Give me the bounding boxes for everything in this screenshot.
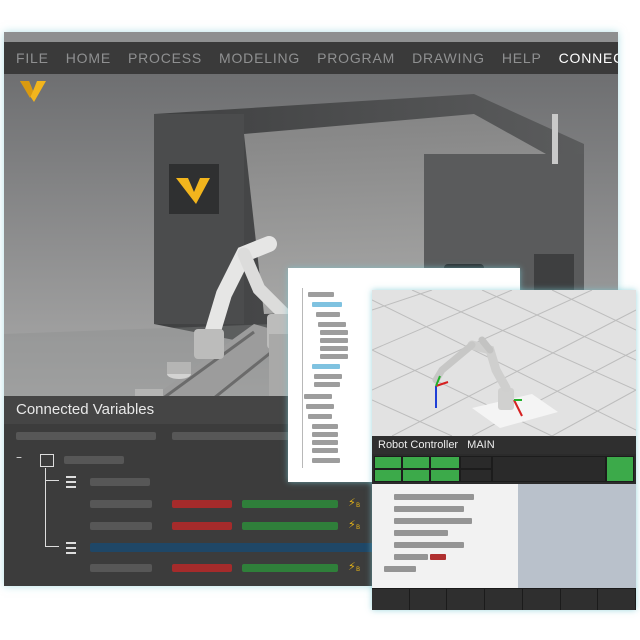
code-line-placeholder[interactable]	[394, 518, 472, 524]
bolt-subscript: B	[356, 566, 361, 573]
status-cell-on	[430, 469, 460, 482]
bolt-icon: ⚡	[348, 560, 356, 573]
tree-node-placeholder[interactable]	[314, 382, 340, 387]
menu-modeling[interactable]: MODELING	[219, 50, 300, 66]
function-key[interactable]	[447, 588, 486, 610]
status-cell-on	[374, 469, 402, 482]
menu-bar: FILE HOME PROCESS MODELING PROGRAM DRAWI…	[4, 42, 618, 74]
robot-grid-scene	[372, 290, 636, 437]
tree-node-selected[interactable]	[312, 364, 340, 369]
bolt-subscript: B	[356, 502, 361, 509]
menu-help[interactable]: HELP	[502, 50, 542, 66]
function-key[interactable]	[522, 588, 561, 610]
tree-node-placeholder[interactable]	[312, 432, 338, 437]
tree-connector	[45, 546, 59, 547]
tree-node-placeholder[interactable]	[308, 292, 334, 297]
menu-drawing[interactable]: DRAWING	[412, 50, 485, 66]
code-line-placeholder[interactable]	[384, 566, 416, 572]
status-cell-off	[460, 469, 492, 482]
variable-name-placeholder	[90, 522, 152, 530]
tree-connector	[302, 288, 303, 468]
tree-node-placeholder[interactable]	[320, 330, 348, 335]
code-line-placeholder[interactable]	[394, 494, 474, 500]
group-label-placeholder	[90, 478, 150, 486]
status-cell-on	[402, 469, 430, 482]
function-key[interactable]	[485, 588, 523, 610]
tree-node-placeholder[interactable]	[304, 394, 332, 399]
tree-node-placeholder[interactable]	[314, 374, 342, 379]
variable-value-green[interactable]	[242, 522, 338, 530]
menu-program[interactable]: PROGRAM	[317, 50, 395, 66]
function-key[interactable]	[372, 588, 410, 610]
menu-process[interactable]: PROCESS	[128, 50, 202, 66]
robot-controller-window: Robot Controller MAIN	[372, 290, 636, 610]
variable-name-placeholder	[90, 500, 152, 508]
controller-side-panel	[518, 484, 636, 588]
bolt-subscript: B	[356, 524, 361, 531]
tree-root-label-placeholder	[64, 456, 124, 464]
status-cell-on	[374, 456, 402, 469]
menu-home[interactable]: HOME	[66, 50, 111, 66]
code-line-placeholder[interactable]	[394, 542, 464, 548]
menu-file[interactable]: FILE	[16, 50, 49, 66]
robot-program-name: MAIN	[467, 439, 495, 451]
status-cell-on	[402, 456, 430, 469]
function-key[interactable]	[560, 588, 599, 610]
robot-3d-view[interactable]	[372, 290, 636, 437]
function-key[interactable]	[409, 588, 448, 610]
status-display	[492, 456, 606, 482]
list-icon	[66, 476, 76, 488]
tree-node-placeholder[interactable]	[306, 404, 334, 409]
function-key[interactable]	[598, 588, 636, 610]
code-line-placeholder[interactable]	[394, 530, 448, 536]
status-grid	[372, 454, 636, 484]
variable-status-red[interactable]	[172, 564, 232, 572]
bolt-icon: ⚡	[348, 518, 356, 531]
selected-row-highlight[interactable]	[90, 543, 376, 552]
code-line-placeholder[interactable]	[394, 554, 428, 560]
variable-value-green[interactable]	[242, 564, 338, 572]
variable-name-placeholder	[90, 564, 152, 572]
vars-panel-title: Connected Variables	[16, 401, 155, 418]
robot-controller-label: Robot Controller	[378, 439, 459, 451]
variable-value-green[interactable]	[242, 500, 338, 508]
robot-controller-header: Robot Controller MAIN	[372, 436, 636, 454]
tree-node-placeholder[interactable]	[320, 338, 348, 343]
tree-connector	[45, 480, 59, 481]
collapse-icon[interactable]: –	[16, 450, 22, 464]
tree-node-placeholder[interactable]	[318, 322, 346, 327]
status-cell-on	[430, 456, 460, 469]
tree-node-placeholder[interactable]	[312, 458, 340, 463]
code-line-error-marker[interactable]	[430, 554, 446, 560]
function-key-bar	[372, 588, 636, 610]
tree-node-placeholder[interactable]	[320, 346, 348, 351]
database-icon	[40, 454, 54, 467]
tree-node-placeholder[interactable]	[312, 440, 338, 445]
menu-connectivity[interactable]: CONNECTIVTY	[559, 50, 618, 66]
tree-node-placeholder[interactable]	[316, 312, 340, 317]
status-indicator-large	[606, 456, 634, 482]
v-logo-icon	[20, 81, 46, 102]
column-header-placeholder	[16, 432, 156, 440]
variable-status-red[interactable]	[172, 500, 232, 508]
tree-node-placeholder[interactable]	[312, 424, 338, 429]
bolt-icon: ⚡	[348, 496, 356, 509]
variable-status-red[interactable]	[172, 522, 232, 530]
list-icon	[66, 542, 76, 554]
tree-node-placeholder[interactable]	[308, 414, 332, 419]
code-line-placeholder[interactable]	[394, 506, 464, 512]
tree-node-placeholder[interactable]	[312, 448, 338, 453]
tree-node-selected[interactable]	[312, 302, 342, 307]
status-cell-off	[460, 456, 492, 469]
tree-node-placeholder[interactable]	[320, 354, 348, 359]
